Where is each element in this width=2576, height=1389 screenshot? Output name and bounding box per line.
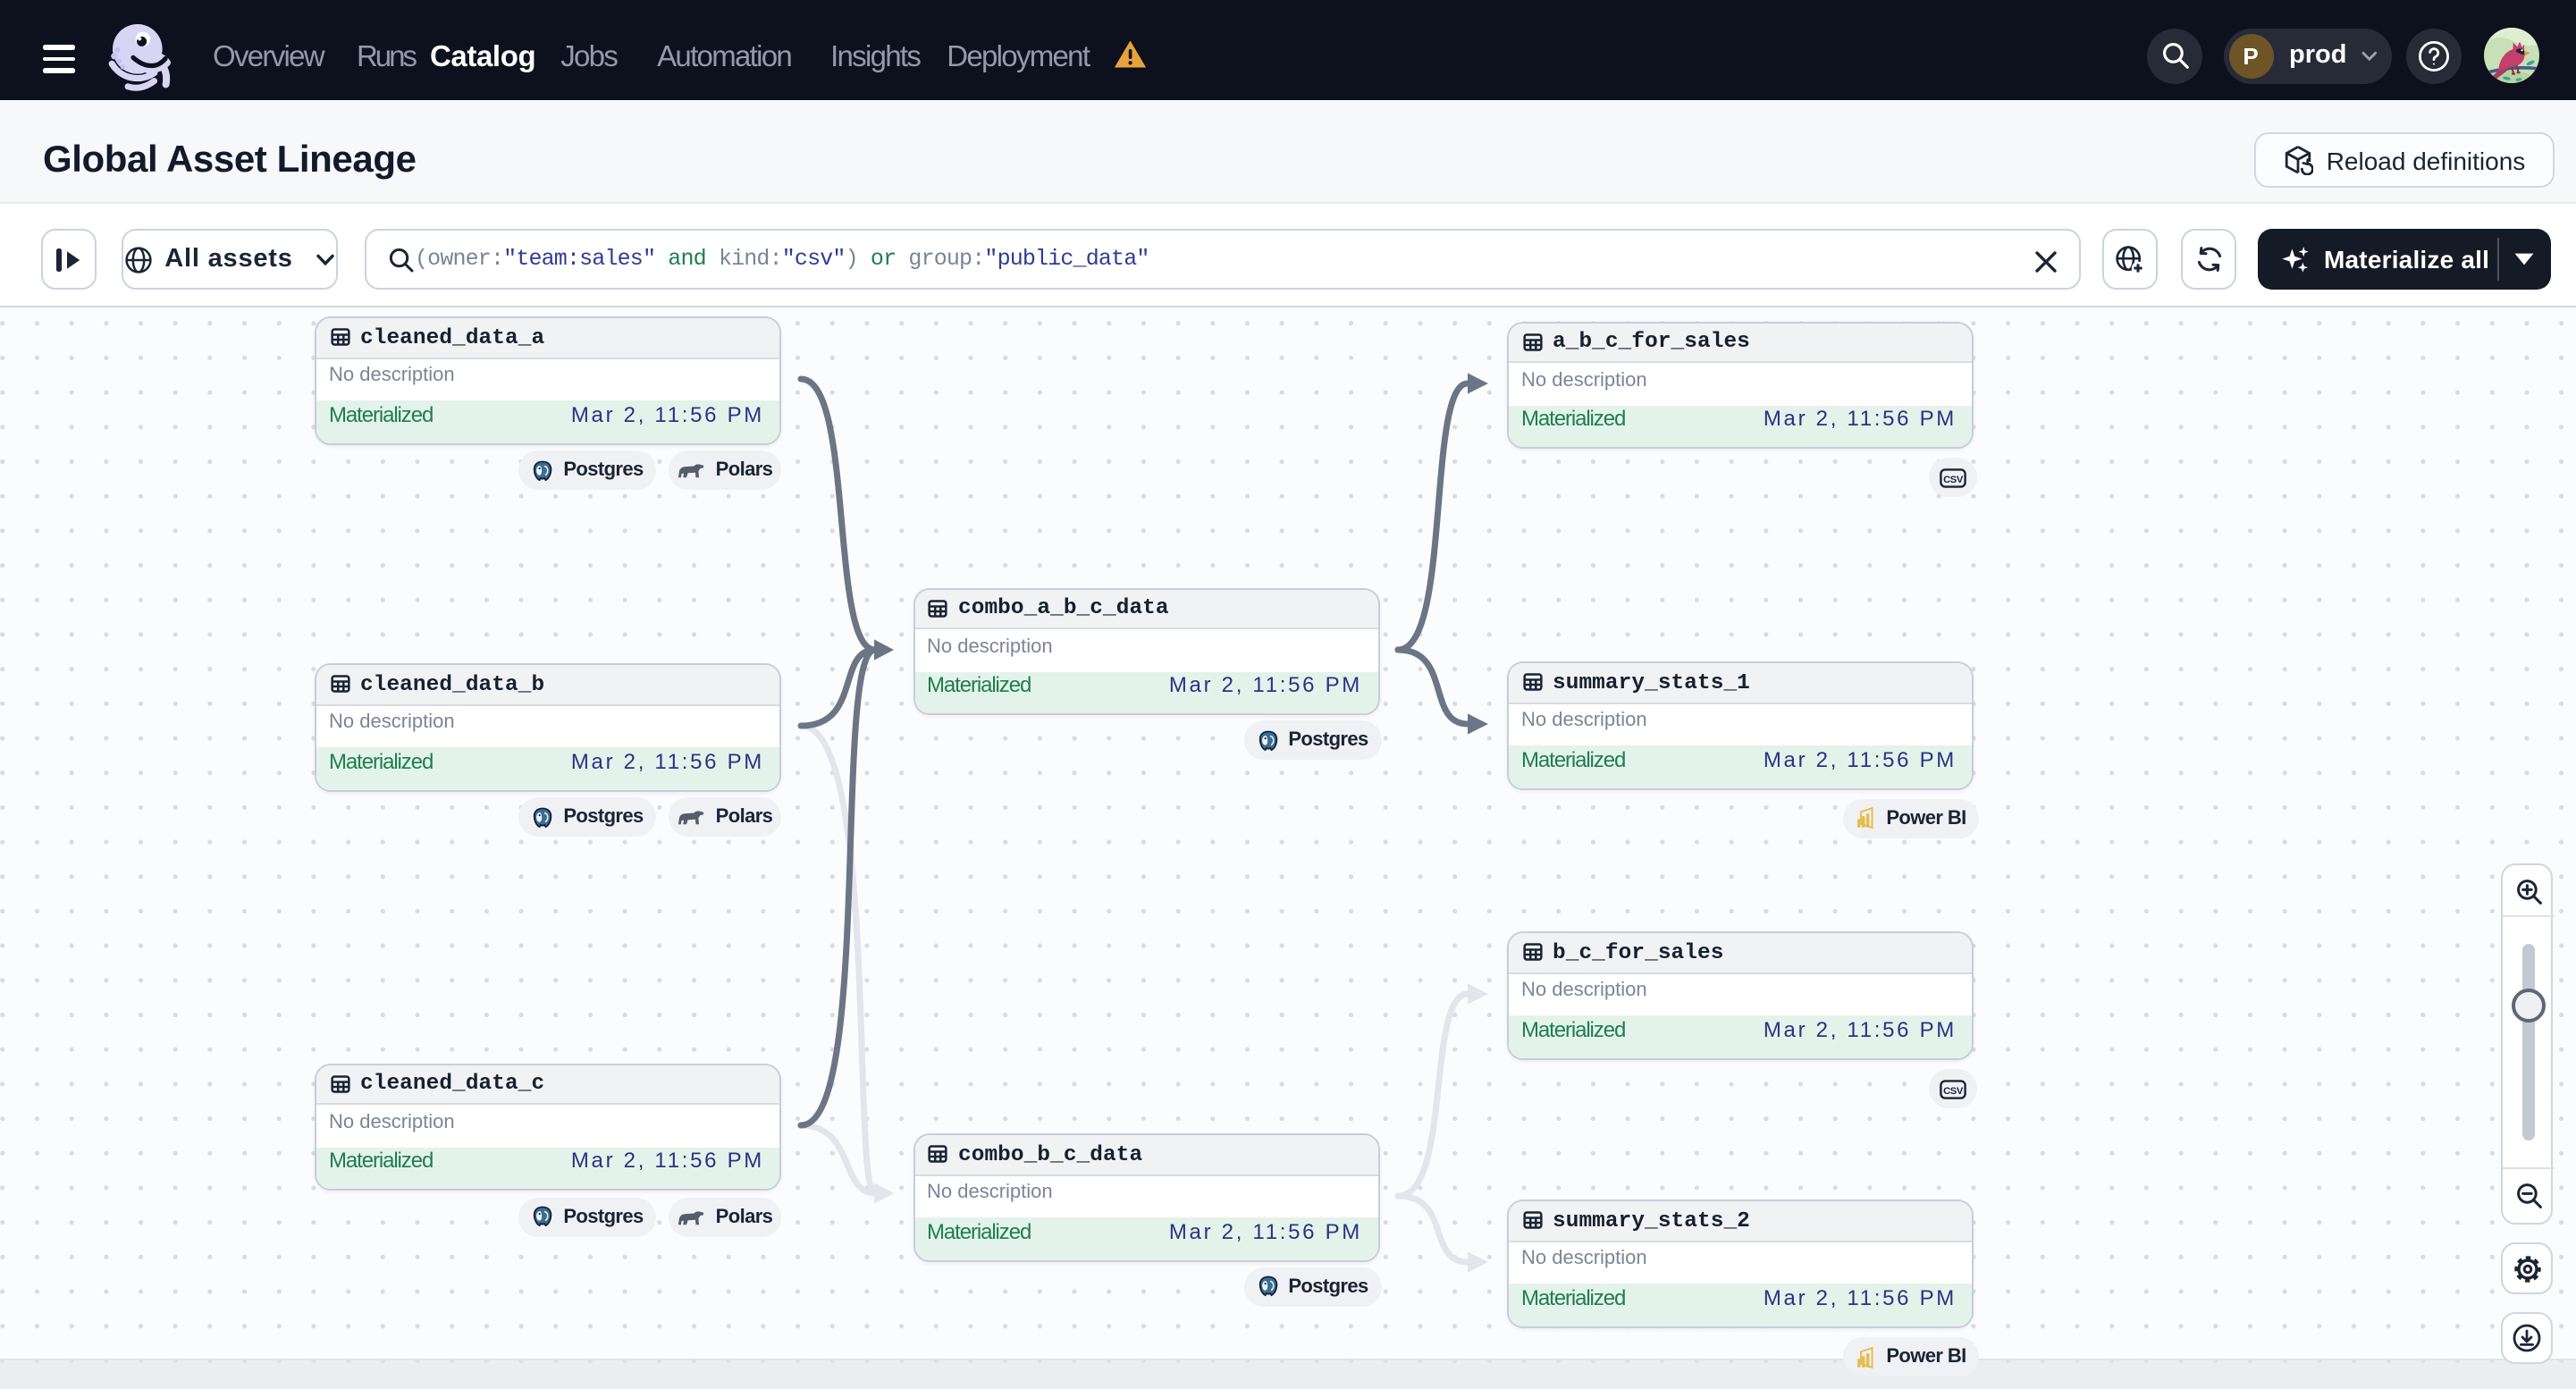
svg-text:CSV: CSV bbox=[1943, 474, 1964, 484]
svg-text:CSV: CSV bbox=[1943, 1085, 1964, 1096]
